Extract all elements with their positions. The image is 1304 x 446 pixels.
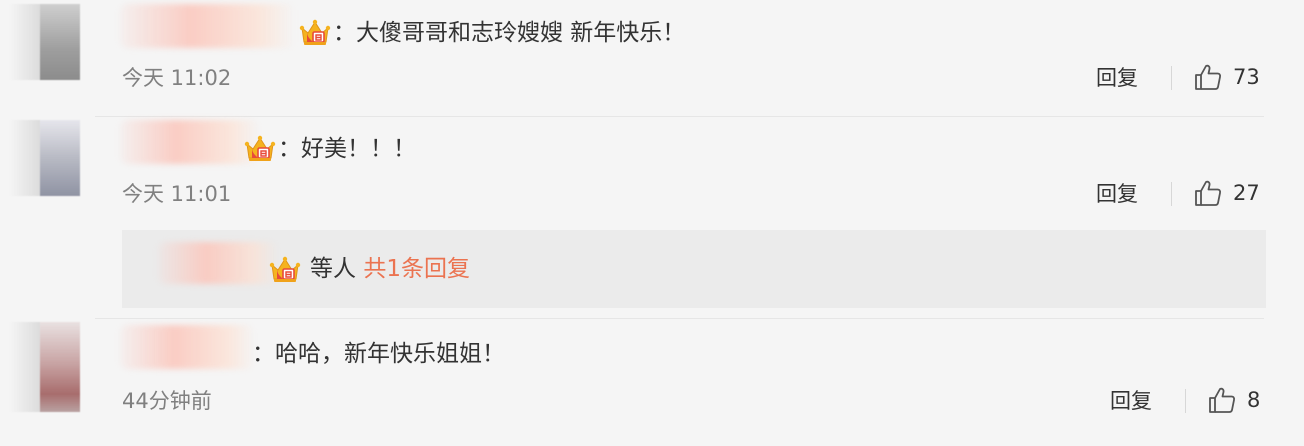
like-count: 8: [1247, 388, 1261, 412]
like-button[interactable]: 8: [1207, 385, 1260, 415]
replies-summary-text: 等人 共1条回复: [310, 254, 470, 284]
reply-button[interactable]: 回复: [1096, 180, 1138, 208]
vip-crown-icon: [244, 135, 276, 163]
comment-divider: [95, 116, 1264, 117]
comment-text: ：大傻哥哥和志玲嫂嫂 新年快乐！: [333, 20, 686, 46]
action-divider: [1171, 66, 1172, 90]
replies-suffix: 等人: [310, 256, 356, 282]
thumbs-up-icon: [1193, 62, 1223, 92]
like-count: 27: [1233, 181, 1260, 205]
reply-button[interactable]: 回复: [1110, 387, 1152, 415]
replies-summary[interactable]: 等人 共1条回复: [122, 230, 1266, 308]
blurred-username: [158, 242, 278, 284]
comment-time: 今天 11:02: [122, 66, 232, 90]
comment-text: ：好美！！！: [278, 136, 416, 162]
avatar[interactable]: [10, 322, 80, 412]
comment-time: 44分钟前: [122, 389, 212, 413]
thumbs-up-icon: [1193, 178, 1223, 208]
reply-button[interactable]: 回复: [1096, 64, 1138, 92]
blurred-username: [120, 120, 260, 164]
action-divider: [1185, 389, 1186, 413]
thumbs-up-icon: [1207, 385, 1237, 415]
comment-time: 今天 11:01: [122, 182, 232, 206]
view-replies-link[interactable]: 共1条回复: [363, 256, 470, 282]
comment-text: ：哈哈，新年快乐姐姐！: [252, 341, 505, 367]
like-count: 73: [1233, 65, 1260, 89]
comment-divider: [95, 318, 1264, 319]
blurred-username: [120, 4, 295, 48]
action-divider: [1171, 182, 1172, 206]
vip-crown-icon: [299, 19, 331, 47]
avatar[interactable]: [10, 120, 80, 196]
vip-crown-icon: [269, 256, 301, 284]
like-button[interactable]: 27: [1193, 178, 1260, 208]
avatar[interactable]: [10, 4, 80, 80]
like-button[interactable]: 73: [1193, 62, 1260, 92]
blurred-username: [120, 325, 255, 369]
